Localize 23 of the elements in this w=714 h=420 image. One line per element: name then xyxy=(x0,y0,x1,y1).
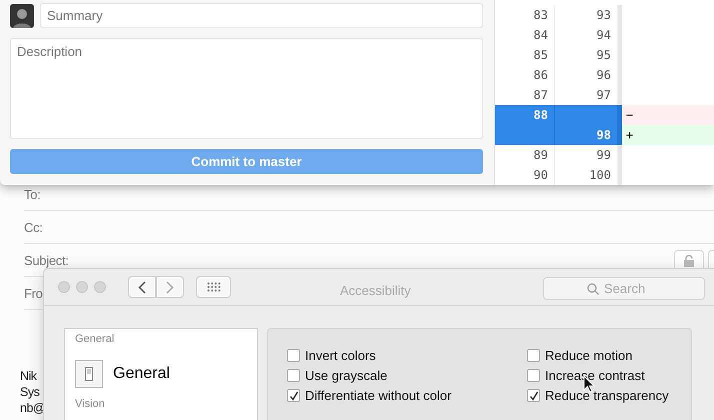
signature-text: Nik xyxy=(20,368,38,384)
field-label: To: xyxy=(24,186,40,202)
field-label: Subject: xyxy=(24,252,69,268)
line-number[interactable]: 98 xyxy=(555,125,618,145)
search-field[interactable]: Search xyxy=(543,277,705,300)
field-label: Cc: xyxy=(24,220,43,234)
window-title: Accessibility xyxy=(340,283,411,298)
option-checkbox[interactable]: Reduce transparency xyxy=(527,388,691,403)
description-field[interactable]: Description xyxy=(10,38,483,139)
option-checkbox[interactable]: Increase contrast xyxy=(527,368,691,383)
diff-marker: − xyxy=(625,107,634,124)
field-label: Fro xyxy=(24,286,43,300)
option-checkbox[interactable]: Use grayscale xyxy=(287,368,527,383)
summary-field[interactable]: Summary xyxy=(40,3,483,28)
sidebar-header: General xyxy=(75,333,114,345)
line-number[interactable]: 88 xyxy=(495,105,555,125)
sidebar-header: Vision xyxy=(75,398,105,410)
option-checkbox[interactable]: Invert colors xyxy=(287,348,527,363)
diff-marker: + xyxy=(625,127,634,144)
signature-text: Sys xyxy=(20,384,40,400)
option-checkbox[interactable]: Differentiate without color xyxy=(287,388,527,403)
sidebar-item[interactable]: General xyxy=(75,350,257,398)
option-checkbox[interactable]: Reduce motion xyxy=(527,348,691,363)
